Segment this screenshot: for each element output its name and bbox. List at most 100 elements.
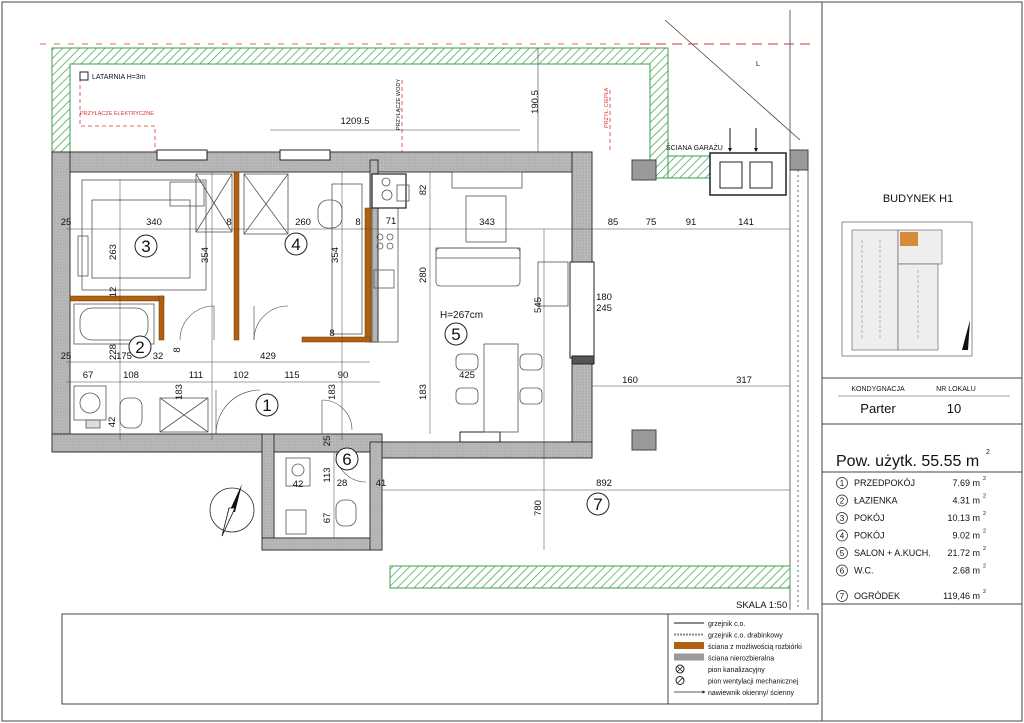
garage-wall-label: ŚCIANA GARAŻU bbox=[666, 143, 723, 152]
dimension-label: 90 bbox=[338, 370, 349, 381]
dimension-label: 91 bbox=[686, 217, 697, 228]
room-name: PRZEDPOKÓJ bbox=[854, 478, 915, 488]
dimension-label: 317 bbox=[736, 375, 752, 386]
room-number: 1 bbox=[840, 479, 845, 488]
dimension-label: 42 bbox=[107, 417, 118, 428]
room-area: 7.69 m bbox=[952, 478, 980, 488]
legend-item: pion kanalizacyjny bbox=[675, 664, 765, 674]
room-name: ŁAZIENKA bbox=[854, 496, 898, 506]
room-no-5: 5 bbox=[451, 325, 460, 344]
site-lines: L bbox=[40, 10, 810, 610]
room-area: 4.31 m bbox=[952, 496, 980, 506]
room-3-furniture bbox=[77, 179, 207, 291]
dimension-label: 343 bbox=[479, 217, 495, 228]
room-area-exp: 2 bbox=[983, 511, 986, 517]
legend-label: grzejnik c.o. bbox=[708, 621, 745, 628]
room-area: 21.72 m bbox=[947, 548, 980, 558]
floor-plan-drawing: L 1209.5190.5340 260 343 85 75 91 14125 … bbox=[1, 1, 1023, 722]
unit-value: 10 bbox=[947, 401, 961, 416]
room-name: W.C. bbox=[854, 566, 874, 576]
floor-header: KONDYGNACJA bbox=[851, 386, 905, 393]
legend-label: nawiewnik okienny/ ścienny bbox=[708, 690, 794, 697]
legend-box: grzejnik c.o. grzejnik c.o. drabinkowy ści… bbox=[61, 613, 819, 705]
dimension-label: 429 bbox=[260, 351, 276, 362]
bathroom-fixtures bbox=[73, 303, 209, 433]
legend-item: grzejnik c.o. drabinkowy bbox=[674, 633, 783, 640]
living-room-furniture bbox=[435, 171, 569, 433]
dimension-label: 280 bbox=[418, 267, 429, 283]
legend-label: ściana nierozbieralna bbox=[708, 656, 774, 663]
dimension-label: 111 bbox=[189, 370, 203, 381]
dimension-label: 25 bbox=[61, 217, 72, 228]
unit-header: NR LOKALU bbox=[936, 386, 976, 393]
dimension-label: 32 bbox=[153, 351, 164, 362]
dimension-label: 183 bbox=[418, 384, 429, 400]
dimension-label: 175 bbox=[116, 351, 132, 362]
mark-l: L bbox=[756, 61, 760, 68]
dimension-label: 67 bbox=[322, 513, 333, 524]
title-panel: BUDYNEK H1 KONDYGNACJA NR LOKALU Parter … bbox=[822, 193, 1022, 605]
room-no-3: 3 bbox=[141, 237, 150, 256]
dimension-label: 354 bbox=[200, 247, 211, 263]
wall-swatch-icon bbox=[674, 653, 704, 661]
water-label: PRZYŁĄCZE WODY bbox=[396, 79, 402, 130]
room-no-6: 6 bbox=[342, 450, 351, 469]
wall-swatch-icon bbox=[674, 642, 704, 649]
dimension-label: 545 bbox=[533, 297, 544, 313]
dimension-label: 82 bbox=[418, 185, 429, 196]
dimension-lines bbox=[66, 172, 790, 550]
dimension-label: 8 bbox=[172, 347, 183, 352]
dimension-label: 8 bbox=[355, 217, 360, 228]
room-number: 7 bbox=[840, 592, 845, 601]
room-number: 4 bbox=[840, 532, 845, 541]
legend-label: ściana z możliwością rozbiórki bbox=[708, 644, 802, 651]
room-name: OGRÓDEK bbox=[854, 591, 900, 601]
room-no-1: 1 bbox=[262, 396, 271, 415]
legend-item: ściana z możliwością rozbiórki bbox=[674, 642, 802, 651]
dimension-label: 115 bbox=[284, 370, 299, 381]
dimension-label: 183 bbox=[174, 384, 185, 400]
dimension-label: 892 bbox=[596, 478, 612, 489]
dimension-label: 183 bbox=[327, 384, 338, 400]
room-name: SALON + A.KUCH. bbox=[854, 548, 931, 558]
room-number: 5 bbox=[840, 549, 845, 558]
room-no-2: 2 bbox=[135, 338, 144, 357]
dimension-label: 354 bbox=[330, 247, 341, 263]
lamp-label: LATARNIA H=3m bbox=[92, 74, 146, 81]
room-area-exp: 2 bbox=[983, 564, 986, 570]
room-area-exp: 2 bbox=[983, 494, 986, 500]
room-no-7: 7 bbox=[593, 495, 602, 514]
scale-label: SKALA 1:50 bbox=[736, 600, 787, 611]
heat-label: PRZYŁ. CIEPŁA bbox=[604, 87, 610, 128]
room-no-4: 4 bbox=[291, 235, 300, 254]
room-area-exp: 2 bbox=[983, 529, 986, 535]
dimension-label: 25 bbox=[61, 351, 72, 362]
dimension-label: 71 bbox=[386, 216, 397, 227]
dimension-label: 260 bbox=[295, 217, 311, 228]
legend-label: grzejnik c.o. drabinkowy bbox=[708, 633, 783, 640]
ceiling-height: H=267cm bbox=[440, 310, 483, 321]
room-area: 10.13 m bbox=[947, 513, 980, 523]
room-area: 119,46 m bbox=[943, 591, 980, 601]
dimension-label: 780 bbox=[533, 500, 544, 516]
north-arrow-icon bbox=[209, 484, 255, 537]
room-area: 9.02 m bbox=[952, 531, 980, 541]
dimension-label: 190.5 bbox=[530, 90, 541, 114]
legend-label: pion wentylacji mechanicznej bbox=[708, 679, 799, 686]
legend-item: ściana nierozbieralna bbox=[674, 653, 774, 663]
dimension-label: 102 bbox=[233, 370, 249, 381]
dimension-label: 42 bbox=[293, 479, 304, 490]
floor-value: Parter bbox=[860, 401, 896, 416]
dimension-label: 41 bbox=[376, 478, 387, 489]
dimension-label: 108 bbox=[123, 370, 139, 381]
dimension-label: 425 bbox=[459, 370, 475, 381]
room-name: POKÓJ bbox=[854, 531, 885, 541]
legend-label: pion kanalizacyjny bbox=[708, 667, 765, 674]
dimension-label: 12 bbox=[108, 287, 119, 298]
legend-item: nawiewnik okienny/ ścienny bbox=[674, 690, 794, 697]
room-area-exp: 2 bbox=[983, 476, 986, 482]
legend-item: grzejnik c.o. bbox=[674, 621, 745, 628]
room-number: 3 bbox=[840, 514, 845, 523]
dimension-label: 113 bbox=[322, 467, 333, 482]
dimension-label: 28 bbox=[337, 478, 348, 489]
